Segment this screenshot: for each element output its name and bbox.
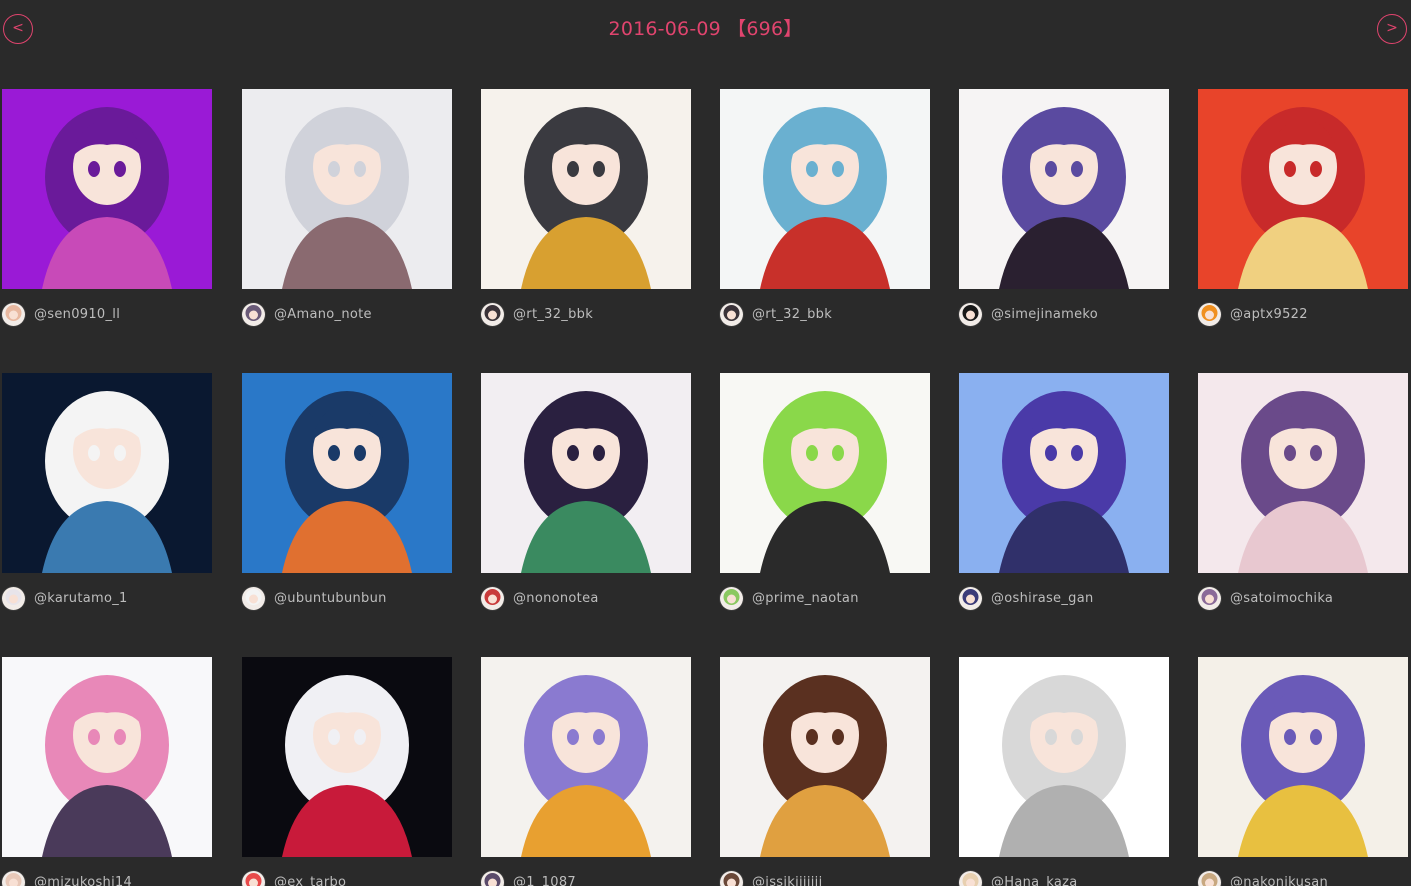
gallery-card: @simejinameko xyxy=(959,89,1169,339)
avatar xyxy=(720,302,743,326)
artist-handle: @rt_32_bbk xyxy=(752,306,833,322)
artwork-thumbnail[interactable] xyxy=(242,89,452,289)
gallery-card: @prime_naotan xyxy=(720,373,930,623)
gallery-card: @1_1087 xyxy=(481,657,691,886)
avatar xyxy=(242,302,265,326)
artist-link[interactable]: @ex_tarbo xyxy=(242,870,346,886)
artwork-thumbnail[interactable] xyxy=(481,657,691,857)
next-day-button[interactable]: > xyxy=(1377,14,1407,44)
artwork-thumbnail[interactable] xyxy=(1198,89,1408,289)
gallery-card: @sen0910_ll xyxy=(2,89,212,339)
artist-link[interactable]: @simejinameko xyxy=(959,302,1098,326)
artwork-thumbnail[interactable] xyxy=(720,89,930,289)
artist-handle: @aptx9522 xyxy=(1230,306,1308,322)
artist-link[interactable]: @ubuntubunbun xyxy=(242,586,387,610)
artwork-thumbnail[interactable] xyxy=(720,657,930,857)
avatar xyxy=(1198,586,1221,610)
artist-handle: @ex_tarbo xyxy=(274,874,347,886)
artwork-thumbnail[interactable] xyxy=(959,373,1169,573)
artwork-thumbnail[interactable] xyxy=(2,89,212,289)
avatar xyxy=(2,586,25,610)
artist-link[interactable]: @sen0910_ll xyxy=(2,302,120,326)
gallery-header: < 2016-06-09 【696】 > xyxy=(0,0,1411,60)
artwork-thumbnail[interactable] xyxy=(1198,373,1408,573)
gallery-card: @nononotea xyxy=(481,373,691,623)
artist-handle: @karutamo_1 xyxy=(34,590,128,606)
avatar xyxy=(2,302,25,326)
artist-link[interactable]: @karutamo_1 xyxy=(2,586,128,610)
gallery-card: @rt_32_bbk xyxy=(481,89,691,339)
artist-handle: @1_1087 xyxy=(513,874,576,886)
avatar xyxy=(481,870,504,886)
artist-handle: @sen0910_ll xyxy=(34,306,121,322)
artwork-thumbnail[interactable] xyxy=(481,373,691,573)
artist-handle: @simejinameko xyxy=(991,306,1099,322)
artist-handle: @Hana_kaza xyxy=(991,874,1078,886)
gallery-card: @aptx9522 xyxy=(1198,89,1408,339)
artwork-thumbnail[interactable] xyxy=(959,89,1169,289)
avatar xyxy=(2,870,25,886)
gallery-card: @Hana_kaza xyxy=(959,657,1169,886)
artist-link[interactable]: @1_1087 xyxy=(481,870,576,886)
artist-link[interactable]: @oshirase_gan xyxy=(959,586,1094,610)
artist-link[interactable]: @satoimochika xyxy=(1198,586,1333,610)
gallery-card: @Amano_note xyxy=(242,89,452,339)
gallery-card: @oshirase_gan xyxy=(959,373,1169,623)
artist-handle: @prime_naotan xyxy=(752,590,859,606)
page-title: 2016-06-09 【696】 xyxy=(608,18,803,40)
artist-link[interactable]: @rt_32_bbk xyxy=(720,302,832,326)
gallery-card: @satoimochika xyxy=(1198,373,1408,623)
artwork-thumbnail[interactable] xyxy=(2,373,212,573)
artwork-thumbnail[interactable] xyxy=(242,373,452,573)
artist-handle: @mizukoshi14 xyxy=(34,874,133,886)
artwork-thumbnail[interactable] xyxy=(720,373,930,573)
avatar xyxy=(242,870,265,886)
artwork-thumbnail[interactable] xyxy=(481,89,691,289)
artist-link[interactable]: @Amano_note xyxy=(242,302,372,326)
gallery-card: @rt_32_bbk xyxy=(720,89,930,339)
artist-handle: @rt_32_bbk xyxy=(513,306,594,322)
avatar xyxy=(720,870,743,886)
artist-handle: @Amano_note xyxy=(274,306,372,322)
gallery-card: @karutamo_1 xyxy=(2,373,212,623)
avatar xyxy=(959,870,982,886)
artist-link[interactable]: @Hana_kaza xyxy=(959,870,1078,886)
artist-handle: @ubuntubunbun xyxy=(274,590,387,606)
avatar xyxy=(242,586,265,610)
artist-link[interactable]: @nakonikusan xyxy=(1198,870,1328,886)
artist-link[interactable]: @nononotea xyxy=(481,586,599,610)
gallery-page: < 2016-06-09 【696】 > @sen0910_ll @Amano_n… xyxy=(0,0,1411,886)
artwork-thumbnail[interactable] xyxy=(242,657,452,857)
artist-handle: @oshirase_gan xyxy=(991,590,1094,606)
artist-handle: @nononotea xyxy=(513,590,599,606)
artwork-thumbnail[interactable] xyxy=(959,657,1169,857)
artist-link[interactable]: @rt_32_bbk xyxy=(481,302,593,326)
avatar xyxy=(720,586,743,610)
artist-link[interactable]: @issikiiiiiii xyxy=(720,870,822,886)
gallery-card: @nakonikusan xyxy=(1198,657,1408,886)
artist-link[interactable]: @aptx9522 xyxy=(1198,302,1308,326)
gallery-card: @mizukoshi14 xyxy=(2,657,212,886)
artist-link[interactable]: @mizukoshi14 xyxy=(2,870,132,886)
artist-link[interactable]: @prime_naotan xyxy=(720,586,859,610)
avatar xyxy=(481,586,504,610)
artwork-thumbnail[interactable] xyxy=(1198,657,1408,857)
gallery-card: @issikiiiiiii xyxy=(720,657,930,886)
artist-handle: @issikiiiiiii xyxy=(752,874,823,886)
avatar xyxy=(481,302,504,326)
avatar xyxy=(1198,302,1221,326)
avatar xyxy=(959,586,982,610)
artwork-thumbnail[interactable] xyxy=(2,657,212,857)
avatar xyxy=(1198,870,1221,886)
gallery-card: @ubuntubunbun xyxy=(242,373,452,623)
artist-handle: @satoimochika xyxy=(1230,590,1334,606)
gallery-card: @ex_tarbo xyxy=(242,657,452,886)
artist-handle: @nakonikusan xyxy=(1230,874,1329,886)
avatar xyxy=(959,302,982,326)
